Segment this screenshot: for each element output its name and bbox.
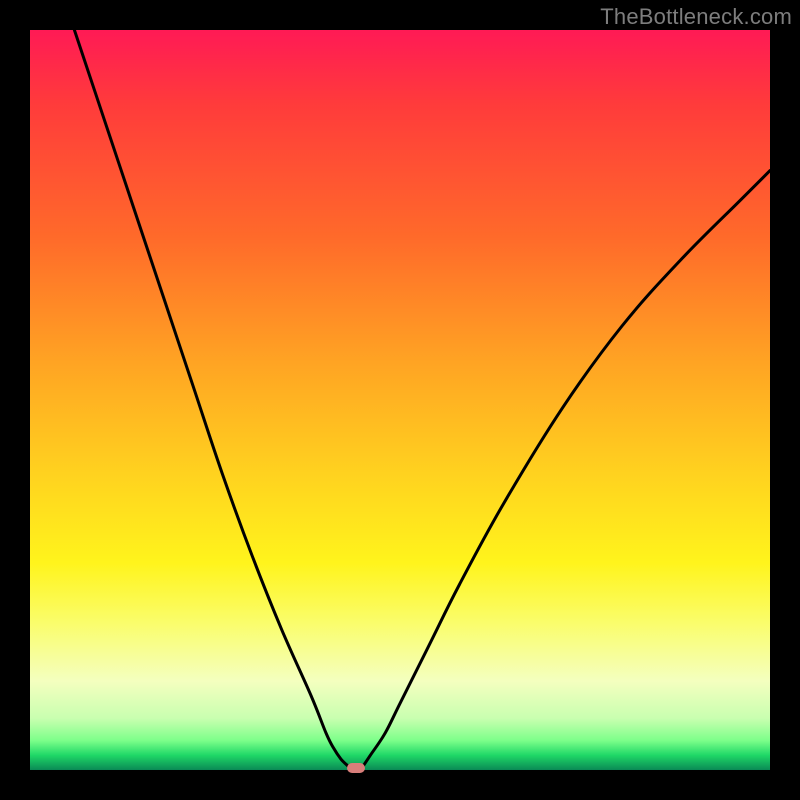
target-marker (347, 763, 365, 773)
bottleneck-curve (30, 30, 770, 770)
curve-right-branch (363, 171, 770, 767)
curve-left-branch (74, 30, 348, 766)
chart-frame: TheBottleneck.com (0, 0, 800, 800)
watermark-text: TheBottleneck.com (600, 4, 792, 30)
